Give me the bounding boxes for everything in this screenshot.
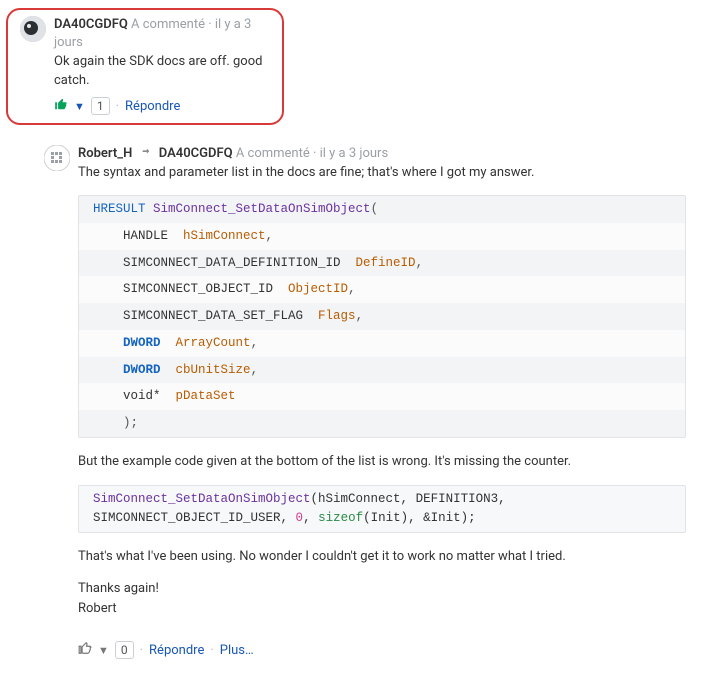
comment-intro: The syntax and parameter list in the doc… <box>78 164 686 183</box>
separator-dot: · <box>140 643 143 658</box>
reply-link[interactable]: Répondre <box>125 99 180 114</box>
vote-count: 1 <box>91 97 110 115</box>
comment-author[interactable]: Robert_H <box>78 146 132 161</box>
reply-link[interactable]: Répondre <box>149 643 204 658</box>
code-line: HANDLE hSimConnect, <box>79 223 685 250</box>
separator-dot: · <box>210 643 213 658</box>
code-block-example: SimConnect_SetDataOnSimObject(hSimConnec… <box>78 485 686 533</box>
comment-meta: DA40CGDFQ A commenté · il y a 3 jours <box>54 16 270 52</box>
separator-dot: · <box>116 99 119 114</box>
code-line: SIMCONNECT_OBJECT_ID ObjectID, <box>79 276 685 303</box>
comment-paragraph: That's what I've been using. No wonder I… <box>78 547 686 567</box>
avatar[interactable] <box>44 145 70 171</box>
vote-count: 0 <box>115 641 134 659</box>
comment-body: Ok again the SDK docs are off. good catc… <box>54 53 270 91</box>
comment-timestamp: A commenté · il y a 3 jours <box>236 146 388 161</box>
comment-actions: ▼ 1 · Répondre <box>54 97 270 115</box>
comment-main: DA40CGDFQ A commenté · il y a 3 jours Ok… <box>54 16 270 115</box>
comment-paragraph: Thanks again! <box>78 580 686 599</box>
code-line: DWORD ArrayCount, <box>79 330 685 357</box>
code-line: HRESULT SimConnect_SetDataOnSimObject( <box>79 196 685 223</box>
code-block-signature: HRESULT SimConnect_SetDataOnSimObject( H… <box>78 195 686 438</box>
chevron-down-icon[interactable]: ▼ <box>98 644 109 657</box>
thumb-up-icon[interactable] <box>78 641 92 659</box>
more-link[interactable]: Plus… <box>220 643 254 658</box>
thumb-up-icon[interactable] <box>54 97 68 115</box>
comment-signature: Robert <box>78 600 686 619</box>
comment-main: Robert_H DA40CGDFQ A commenté · il y a 3… <box>78 145 698 659</box>
comment-meta: Robert_H DA40CGDFQ A commenté · il y a 3… <box>78 145 686 163</box>
code-line: SimConnect_SetDataOnSimObject(hSimConnec… <box>79 486 685 532</box>
comment-paragraph: But the example code given at the bottom… <box>78 452 686 472</box>
comment-highlighted: DA40CGDFQ A commenté · il y a 3 jours Ok… <box>6 8 284 125</box>
code-line: void* pDataSet <box>79 383 685 410</box>
avatar[interactable] <box>20 16 46 42</box>
avatar-identicon-icon <box>44 145 70 171</box>
comment-actions: ▼ 0 · Répondre · Plus… <box>78 641 686 659</box>
reply-arrow-icon <box>140 146 155 161</box>
code-line: SIMCONNECT_DATA_SET_FLAG Flags, <box>79 303 685 330</box>
code-line: DWORD cbUnitSize, <box>79 357 685 384</box>
comment-head: DA40CGDFQ A commenté · il y a 3 jours Ok… <box>20 16 270 115</box>
code-line: ); <box>79 410 685 437</box>
comment-reply: Robert_H DA40CGDFQ A commenté · il y a 3… <box>34 139 708 665</box>
reply-to-author[interactable]: DA40CGDFQ <box>159 146 233 161</box>
avatar-image-icon <box>20 16 46 42</box>
comment-head: Robert_H DA40CGDFQ A commenté · il y a 3… <box>44 145 698 659</box>
chevron-down-icon[interactable]: ▼ <box>74 100 85 113</box>
code-line: SIMCONNECT_DATA_DEFINITION_ID DefineID, <box>79 250 685 277</box>
comment-author[interactable]: DA40CGDFQ <box>54 17 128 32</box>
